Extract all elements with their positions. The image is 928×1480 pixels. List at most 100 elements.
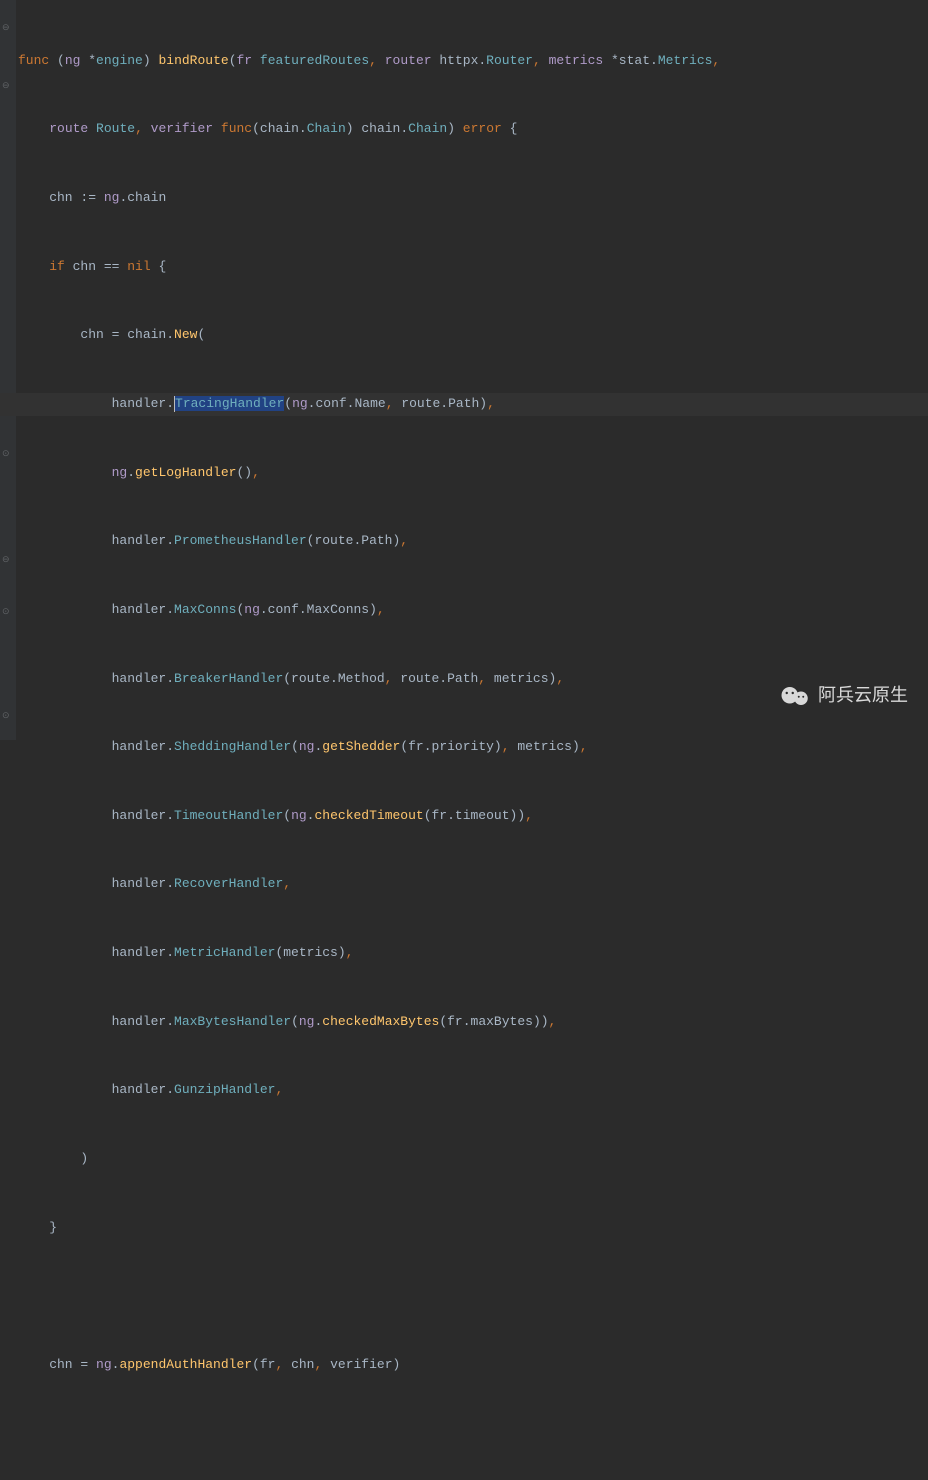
token: , bbox=[487, 396, 495, 411]
code-line[interactable]: ng.getLogHandler(), bbox=[0, 462, 928, 485]
token: getShedder bbox=[322, 739, 400, 754]
token: ng bbox=[291, 808, 307, 823]
code-line[interactable]: handler.MaxBytesHandler(ng.checkedMaxByt… bbox=[0, 1011, 928, 1034]
token: PrometheusHandler bbox=[174, 533, 307, 548]
token: } bbox=[18, 1220, 57, 1235]
token: func bbox=[221, 121, 252, 136]
code-line[interactable]: if chn == nil { bbox=[0, 256, 928, 279]
token: ng bbox=[65, 53, 81, 68]
code-line[interactable] bbox=[0, 1285, 928, 1308]
token: . bbox=[127, 465, 135, 480]
token: . bbox=[307, 808, 315, 823]
token: ) chain. bbox=[346, 121, 408, 136]
code-line[interactable]: func (ng *engine) bindRoute(fr featuredR… bbox=[0, 50, 928, 73]
token: , bbox=[478, 671, 494, 686]
token: ) bbox=[447, 121, 463, 136]
watermark: 阿兵云原生 bbox=[780, 680, 908, 712]
token: (route.Method bbox=[283, 671, 384, 686]
code-line[interactable]: chn = ng.appendAuthHandler(fr, chn, veri… bbox=[0, 1354, 928, 1377]
token: New bbox=[174, 327, 197, 342]
token: route.Path) bbox=[401, 396, 487, 411]
token: , bbox=[556, 671, 564, 686]
token: checkedTimeout bbox=[314, 808, 423, 823]
token: GunzipHandler bbox=[174, 1082, 275, 1097]
token: Chain bbox=[408, 121, 447, 136]
token: chn == bbox=[65, 259, 127, 274]
code-editor[interactable]: func (ng *engine) bindRoute(fr featuredR… bbox=[0, 0, 928, 1480]
wechat-icon bbox=[780, 685, 810, 707]
code-line[interactable]: handler.MaxConns(ng.conf.MaxConns), bbox=[0, 599, 928, 622]
token: SheddingHandler bbox=[174, 739, 291, 754]
token: () bbox=[236, 465, 252, 480]
code-line[interactable] bbox=[0, 1423, 928, 1446]
token: fr bbox=[237, 53, 253, 68]
token bbox=[88, 121, 96, 136]
token: metrics) bbox=[517, 739, 579, 754]
token: bindRoute bbox=[158, 53, 228, 68]
token: route bbox=[49, 121, 88, 136]
token: TimeoutHandler bbox=[174, 808, 283, 823]
token: .chain bbox=[119, 190, 166, 205]
code-line[interactable]: handler.RecoverHandler, bbox=[0, 873, 928, 896]
token: if bbox=[49, 259, 65, 274]
code-line[interactable]: chn = chain.New( bbox=[0, 324, 928, 347]
token: router bbox=[385, 53, 432, 68]
token: , bbox=[314, 1357, 330, 1372]
token: , bbox=[346, 945, 354, 960]
token: handler. bbox=[18, 533, 174, 548]
token: handler. bbox=[18, 945, 174, 960]
token: handler. bbox=[18, 396, 174, 411]
token: ng bbox=[299, 1014, 315, 1029]
token: httpx. bbox=[432, 53, 487, 68]
token: handler. bbox=[18, 1082, 174, 1097]
token: BreakerHandler bbox=[174, 671, 283, 686]
token: Router bbox=[486, 53, 533, 68]
token: ng bbox=[299, 739, 315, 754]
token bbox=[18, 259, 49, 274]
token: getLogHandler bbox=[135, 465, 236, 480]
token: .conf.MaxConns) bbox=[260, 602, 377, 617]
token: RecoverHandler bbox=[174, 876, 283, 891]
token: { bbox=[151, 259, 167, 274]
code-line[interactable]: handler.TimeoutHandler(ng.checkedTimeout… bbox=[0, 805, 928, 828]
token: verifier) bbox=[330, 1357, 400, 1372]
code-line[interactable]: handler.GunzipHandler, bbox=[0, 1079, 928, 1102]
token: handler. bbox=[18, 602, 174, 617]
token: MaxBytesHandler bbox=[174, 1014, 291, 1029]
token: metrics bbox=[549, 53, 604, 68]
token: * bbox=[80, 53, 96, 68]
code-line-current[interactable]: handler.TracingHandler(ng.conf.Name, rou… bbox=[0, 393, 928, 416]
token: verifier bbox=[151, 121, 213, 136]
token: chn = chain. bbox=[18, 327, 174, 342]
token: chn bbox=[291, 1357, 314, 1372]
token: ( bbox=[291, 1014, 299, 1029]
token: ng bbox=[112, 465, 128, 480]
code-line[interactable]: chn := ng.chain bbox=[0, 187, 928, 210]
code-line[interactable]: handler.PrometheusHandler(route.Path), bbox=[0, 530, 928, 553]
token: handler. bbox=[18, 808, 174, 823]
code-line[interactable]: route Route, verifier func(chain.Chain) … bbox=[0, 118, 928, 141]
token: TracingHandler bbox=[175, 396, 284, 411]
token: (chain. bbox=[252, 121, 307, 136]
code-line[interactable]: ) bbox=[0, 1148, 928, 1171]
token: { bbox=[502, 121, 518, 136]
token: ( bbox=[197, 327, 205, 342]
token: ) bbox=[143, 53, 159, 68]
token: , bbox=[135, 121, 151, 136]
token: MaxConns bbox=[174, 602, 236, 617]
token: .conf.Name bbox=[308, 396, 386, 411]
token: handler. bbox=[18, 671, 174, 686]
token: . bbox=[112, 1357, 120, 1372]
token: , bbox=[712, 53, 720, 68]
token: ( bbox=[291, 739, 299, 754]
token: metrics) bbox=[494, 671, 556, 686]
token: appendAuthHandler bbox=[119, 1357, 252, 1372]
token: , bbox=[533, 53, 549, 68]
token: handler. bbox=[18, 876, 174, 891]
code-line[interactable]: handler.MetricHandler(metrics), bbox=[0, 942, 928, 965]
token bbox=[18, 121, 49, 136]
token: ( bbox=[49, 53, 65, 68]
token: , bbox=[502, 739, 518, 754]
token: (fr.priority) bbox=[400, 739, 501, 754]
code-line[interactable]: } bbox=[0, 1217, 928, 1240]
